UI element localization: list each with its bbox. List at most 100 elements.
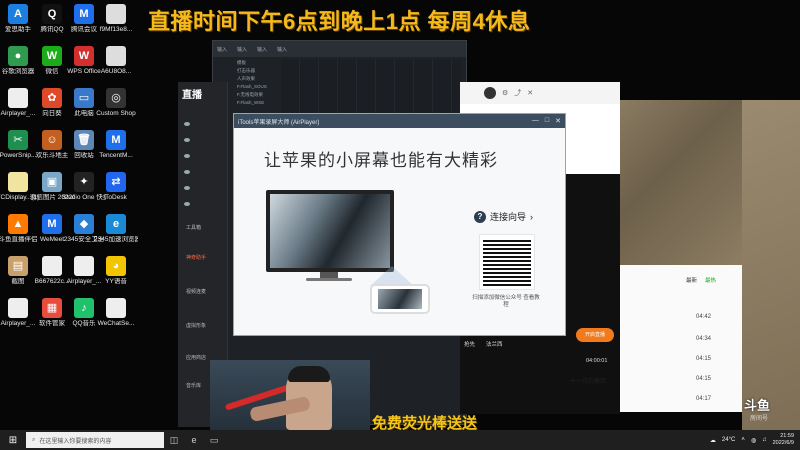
clock[interactable]: 21:59 2022/6/9: [773, 433, 794, 447]
eye-icon[interactable]: [184, 186, 190, 190]
qq-icon: Q: [42, 4, 62, 24]
tree-item[interactable]: F.Flash_WSE: [237, 99, 277, 107]
windows-start-icon[interactable]: ⊞: [0, 430, 26, 450]
window-title: iTools苹果录屏大师 (AirPlayer): [238, 119, 320, 126]
browser-toolbar: ⚙ ⤴ ✕: [460, 82, 620, 104]
stream-timer: 04:00:01: [586, 358, 608, 364]
studio-one-icon: ✦: [74, 172, 94, 192]
mixer-tab-bar: 输入 输入 输入 输入: [213, 41, 466, 57]
live-item-store[interactable]: 应用商店: [186, 354, 206, 361]
streamer-hair: [288, 366, 330, 382]
mirror-beam: [370, 266, 414, 286]
file-explorer-icon[interactable]: ▭: [204, 430, 224, 450]
tree-item[interactable]: 人声效果: [237, 75, 277, 83]
eye-icon[interactable]: [184, 138, 190, 142]
video-list-panel: 最新 最热 04:42 04:34 04:15 04:15 04:17 十一月的…: [570, 100, 742, 412]
itools-airplayer-window[interactable]: iTools苹果录屏大师 (AirPlayer) — □ ✕ 让苹果的小屏幕也能…: [233, 113, 566, 336]
taskbar: ⊞ ⌕ 在这里输入你要搜索的内容 ◫ e ▭ ☁ 24°C ˄ ◍ ♫ 21:5…: [0, 430, 800, 450]
duration: 04:15: [696, 356, 712, 362]
live-item-toolbox[interactable]: 工具箱: [186, 224, 201, 231]
pc-icon: ▭: [74, 88, 94, 108]
sunflower-icon: ✿: [42, 88, 62, 108]
task-view-icon[interactable]: ◫: [164, 430, 184, 450]
desktop-icon-label: Custom Shop: [96, 110, 136, 117]
tree-item[interactable]: F.Flash_SOUS: [237, 83, 277, 91]
tree-item[interactable]: F.无线电效果: [237, 91, 277, 99]
chevron-right-icon: ›: [530, 211, 534, 222]
doudizhu-icon: ☺: [42, 130, 62, 150]
avatar[interactable]: [484, 87, 496, 99]
tencent-meeting-icon: M: [74, 4, 94, 24]
live-item-music[interactable]: 音乐库: [186, 382, 201, 389]
close-button[interactable]: ✕: [555, 117, 561, 125]
eye-icon[interactable]: [184, 122, 190, 126]
list-tabs: 最新 最热: [686, 276, 716, 284]
desktop-icon-label: TencentM...: [99, 152, 133, 159]
desktop-icon-label: 2345加速浏览器: [94, 236, 138, 243]
chevron-up-icon[interactable]: ˄: [741, 437, 745, 443]
file-icon: [42, 256, 62, 276]
custom-shop-icon: ◎: [106, 88, 126, 108]
live-item-video-link[interactable]: 视频连麦: [186, 288, 206, 295]
song-title[interactable]: 十一月的萧邦: [570, 376, 606, 385]
eye-icon[interactable]: [184, 154, 190, 158]
desktop-icon[interactable]: WeChatSe...: [94, 298, 138, 328]
start-live-button[interactable]: 开启直播: [576, 328, 614, 342]
edge-icon[interactable]: e: [184, 430, 204, 450]
software-manager-icon: ▦: [42, 298, 62, 318]
desktop-icon-label: WeChatSe...: [97, 320, 135, 327]
help-icon: ?: [474, 210, 486, 223]
itools-titlebar: iTools苹果录屏大师 (AirPlayer) — □ ✕: [234, 114, 565, 128]
douyu-watermark: 斗鱼: [744, 398, 771, 413]
connect-guide-link[interactable]: ? 连接向导 ›: [474, 210, 533, 223]
eye-icon[interactable]: [184, 170, 190, 174]
desktop-icon[interactable]: ◕ YY语音: [94, 256, 138, 286]
list-item[interactable]: 抢先: [464, 340, 475, 348]
desktop-icon-label: YY语音: [105, 278, 127, 285]
tab-latest[interactable]: 最新: [686, 276, 697, 284]
minimize-button[interactable]: —: [532, 117, 539, 125]
tab-hot[interactable]: 最热: [705, 276, 716, 284]
tree-item[interactable]: 模板: [237, 59, 277, 67]
volume-icon[interactable]: ♫: [762, 437, 767, 443]
desktop: A 爱思助手 Q 腾讯QQ M 腾讯会议 f9Mf13e8... ● 谷歌浏览器 W 微信 W WPS …: [0, 0, 800, 432]
list-item[interactable]: 法兰西: [486, 340, 503, 348]
live-item-assistant[interactable]: 神奇助手: [186, 254, 206, 261]
clock-date: 2022/6/9: [772, 440, 794, 446]
mixer-tab[interactable]: 输入: [277, 46, 287, 53]
desktop-icon[interactable]: ◎ Custom Shop: [94, 88, 138, 118]
mixer-tab[interactable]: 输入: [257, 46, 267, 53]
maximize-button[interactable]: □: [545, 117, 549, 125]
duration: 04:34: [696, 336, 712, 342]
todesk-icon: ⇄: [106, 172, 126, 192]
mixer-tab[interactable]: 输入: [217, 46, 227, 53]
weather-icon[interactable]: ☁: [710, 437, 716, 444]
desktop-icon[interactable]: M TencentM...: [94, 130, 138, 160]
system-tray: ☁ 24°C ˄ ◍ ♫ 21:59 2022/6/9: [710, 433, 800, 447]
weather-temp[interactable]: 24°C: [722, 437, 735, 443]
eye-icon[interactable]: [184, 202, 190, 206]
live-item-avatar[interactable]: 虚拟形象: [186, 322, 206, 329]
slogan: 让苹果的小屏幕也能有大精彩: [264, 151, 498, 170]
search-input[interactable]: ⌕ 在这里输入你要搜索的内容: [26, 432, 164, 448]
share-icon[interactable]: ⤴: [514, 88, 521, 98]
settings-icon[interactable]: ⚙: [502, 89, 508, 97]
desktop-icon[interactable]: f9Mf13e8...: [94, 4, 138, 34]
mixer-tab[interactable]: 输入: [237, 46, 247, 53]
2345-guard-icon: ◆: [74, 214, 94, 234]
desktop-icon[interactable]: ⇄ ToDesk: [94, 172, 138, 202]
camera-background: [620, 100, 742, 265]
powersnip-icon: ✂: [8, 130, 28, 150]
wechat-icon: W: [42, 46, 62, 66]
duration: 04:15: [696, 376, 712, 382]
close-icon[interactable]: ✕: [527, 89, 533, 97]
network-icon[interactable]: ◍: [751, 437, 756, 444]
2345-browser-icon: e: [106, 214, 126, 234]
file-icon: [106, 4, 126, 24]
desktop-icon[interactable]: A6U8O8...: [94, 46, 138, 76]
desktop-icon-label: A6U8O8...: [100, 68, 132, 75]
screenshot-icon: ▤: [8, 256, 28, 276]
tree-item[interactable]: 打击乐器: [237, 67, 277, 75]
search-icon: ⌕: [32, 436, 36, 443]
desktop-icon[interactable]: e 2345加速浏览器: [94, 214, 138, 244]
